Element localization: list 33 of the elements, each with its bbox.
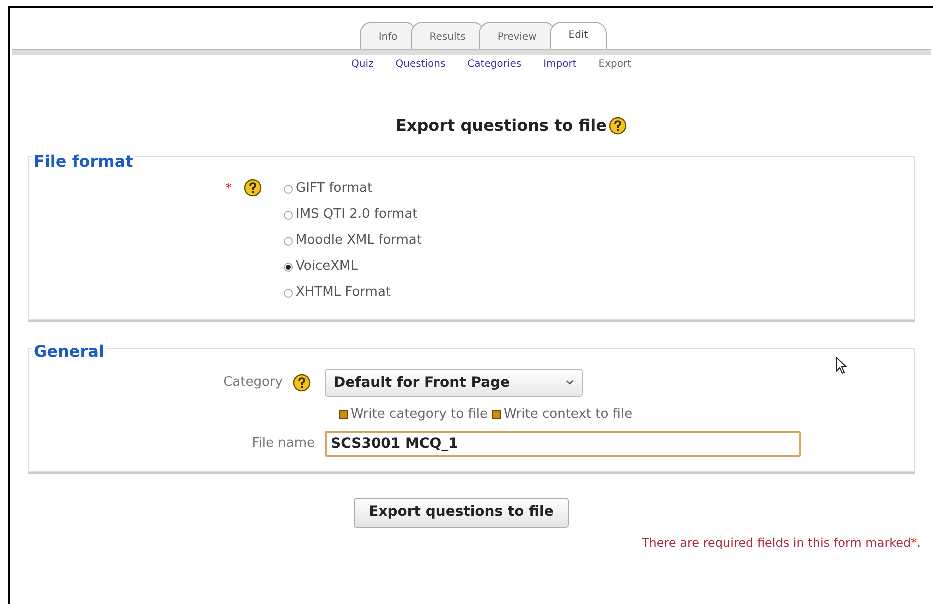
radio-button[interactable] [284,288,293,298]
help-icon[interactable] [609,117,628,135]
radio-label: XHTML Format [296,284,392,302]
radio-button[interactable] [284,236,293,246]
help-icon[interactable] [244,179,262,197]
checkbox[interactable] [339,410,348,420]
subtab-link[interactable]: Export [598,57,632,72]
checkbox-label: Write context to file [504,406,633,424]
radio-label: GIFT format [296,180,373,198]
field-label: File name [252,434,315,453]
subtab-link[interactable]: Questions [396,57,446,72]
required-fields-note: There are required fields in this form marked*. [642,534,921,552]
file-name-input[interactable]: SCS3001 MCQ_1 [325,430,801,456]
radio-button[interactable] [284,210,293,220]
tab[interactable]: Edit [550,22,608,49]
checkbox-label: Write category to file [351,406,488,424]
radio-button[interactable] [284,262,293,272]
radio-button[interactable] [284,184,293,194]
radio-label: VoiceXML [296,258,358,276]
checkbox[interactable] [492,410,502,420]
category-dropdown[interactable]: Default for Front Page [325,369,583,397]
radio-label: Moodle XML format [296,232,422,250]
subtab-link[interactable]: Import [544,57,577,72]
radio-label: IMS QTI 2.0 format [296,206,418,224]
page-heading: Export questions to file [396,115,608,137]
field-label: Category [224,374,283,392]
required-asterisk: * [226,180,232,197]
subtab-link[interactable]: Quiz [351,57,374,72]
mouse-cursor-icon [836,357,848,375]
subtab-link[interactable]: Categories [468,57,522,72]
export-button[interactable]: Export questions to file [354,498,569,528]
chevron-down-icon [566,380,574,386]
help-icon[interactable] [293,374,311,392]
